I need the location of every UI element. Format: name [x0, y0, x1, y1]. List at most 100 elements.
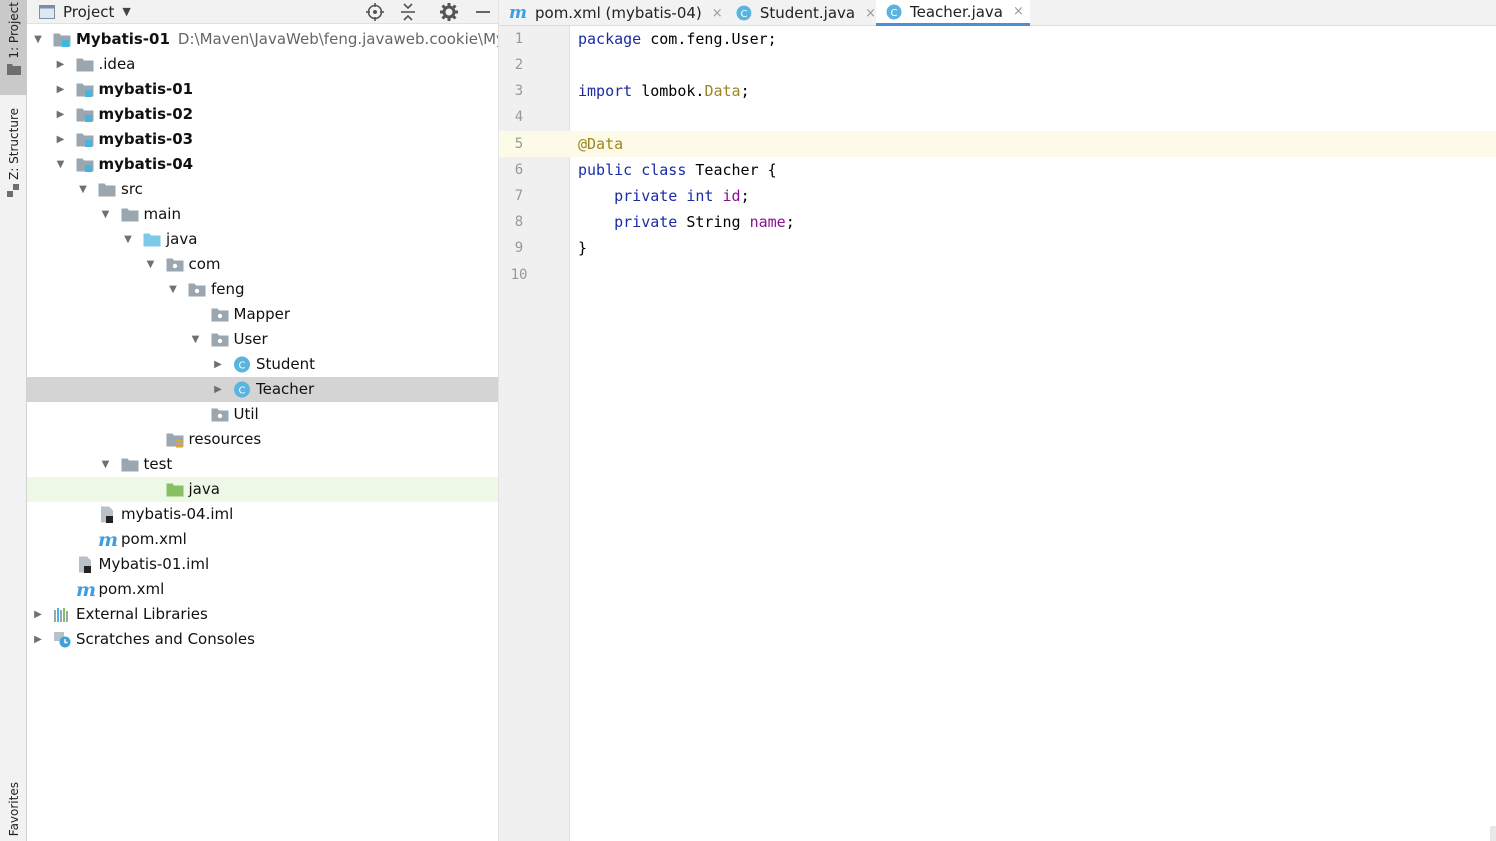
tree-row[interactable]: ▶ mybatis-02 — [27, 102, 498, 127]
expand-arrow-down-icon[interactable]: ▼ — [99, 202, 113, 227]
tree-item-label: Util — [234, 402, 259, 427]
collapse-all-button[interactable] — [398, 2, 418, 22]
tree-row[interactable]: Mybatis-01.iml — [27, 552, 498, 577]
code-text: ; — [740, 82, 750, 100]
expand-arrow-down-icon[interactable]: ▼ — [166, 277, 180, 302]
code-editor[interactable]: package com.feng.User; import lombok.Dat… — [570, 26, 1496, 841]
class-icon: C — [233, 381, 251, 398]
expand-arrow-down-icon[interactable]: ▼ — [144, 252, 158, 277]
expand-arrow-down-icon[interactable]: ▼ — [54, 152, 68, 177]
tree-row[interactable]: ▼ com — [27, 252, 498, 277]
expand-arrow-right-icon[interactable]: ▶ — [54, 127, 68, 152]
tree-item-label: Student — [256, 352, 315, 377]
expand-arrow-down-icon[interactable]: ▼ — [31, 27, 45, 52]
project-view-selector[interactable]: Project ▼ — [39, 3, 131, 21]
tree-item-path: D:\Maven\JavaWeb\feng.javaweb.cookie\Myb — [177, 30, 499, 48]
tab-label: Teacher.java — [910, 2, 1004, 21]
tree-item-text: User — [233, 330, 268, 348]
tree-row[interactable]: Util — [27, 402, 498, 427]
hide-panel-button[interactable] — [473, 2, 493, 22]
tree-row[interactable]: ▼ src — [27, 177, 498, 202]
tree-item-text: Util — [233, 405, 259, 423]
code-keyword: import — [578, 82, 633, 100]
tree-row[interactable]: ▼ User — [27, 327, 498, 352]
tree-row[interactable]: ▼ mybatis-04 — [27, 152, 498, 177]
tree-item-text: mybatis-01 — [98, 80, 194, 98]
tree-item-label: pom.xml — [99, 577, 165, 602]
tree-item-label: resources — [189, 427, 262, 452]
tree-item-text: java — [188, 480, 220, 498]
expand-arrow-down-icon[interactable]: ▼ — [121, 227, 135, 252]
tool-tab-structure[interactable]: Z: Structure — [0, 104, 27, 204]
tab-teacher-java[interactable]: C Teacher.java × — [876, 0, 1030, 26]
tree-item-text: Mapper — [233, 305, 291, 323]
tree-item-text: Mybatis-01 — [76, 30, 170, 48]
tree-item-text: External Libraries — [76, 605, 208, 623]
code-field: name — [749, 213, 786, 231]
tree-row[interactable]: ▶ Scratches and Consoles — [27, 627, 498, 652]
tree-row[interactable]: java — [27, 477, 498, 502]
tree-item-label: mybatis-04.iml — [121, 502, 233, 527]
project-icon — [39, 4, 55, 19]
tab-pom-xml[interactable]: m pom.xml (mybatis-04) × — [499, 0, 726, 26]
resources-folder-icon — [166, 431, 184, 448]
module-folder-icon — [76, 81, 94, 98]
expand-arrow-right-icon[interactable]: ▶ — [211, 352, 225, 377]
expand-arrow-right-icon[interactable]: ▶ — [54, 77, 68, 102]
tree-item-label: mybatis-02 — [99, 102, 194, 127]
module-folder-icon — [76, 106, 94, 123]
close-icon[interactable]: × — [1013, 4, 1024, 19]
tree-row[interactable]: ▼ feng — [27, 277, 498, 302]
tree-row[interactable]: resources — [27, 427, 498, 452]
tree-row[interactable]: ▼ test — [27, 452, 498, 477]
tree-item-label: Teacher — [256, 377, 314, 402]
close-icon[interactable]: × — [712, 6, 723, 21]
tree-item-text: Mybatis-01.iml — [98, 555, 210, 573]
svg-text:C: C — [740, 9, 747, 20]
expand-arrow-right-icon[interactable]: ▶ — [31, 602, 45, 627]
expand-arrow-down-icon[interactable]: ▼ — [189, 327, 203, 352]
tool-tab-favorites[interactable]: Favorites — [0, 782, 27, 841]
tree-row[interactable]: ▼ Mybatis-01 D:\Maven\JavaWeb\feng.javaweb… — [27, 27, 499, 52]
settings-button[interactable] — [439, 2, 459, 22]
project-panel-header: Project ▼ — [27, 0, 498, 24]
tree-row[interactable]: m pom.xml — [27, 527, 498, 552]
line-number: 10 — [510, 267, 528, 283]
tree-item-text: Scratches and Consoles — [76, 630, 255, 648]
tree-row[interactable]: ▶ .idea — [27, 52, 498, 77]
tree-row[interactable]: ▶ C Teacher — [27, 377, 498, 402]
expand-arrow-down-icon[interactable]: ▼ — [99, 452, 113, 477]
close-icon[interactable]: × — [865, 6, 876, 21]
expand-arrow-right-icon[interactable]: ▶ — [31, 627, 45, 652]
line-number: 2 — [514, 57, 524, 73]
tree-row[interactable]: ▶ External Libraries — [27, 602, 498, 627]
expand-arrow-right-icon[interactable]: ▶ — [211, 377, 225, 402]
code-text: Teacher { — [686, 161, 777, 179]
tree-row[interactable]: ▼ java — [27, 227, 498, 252]
line-number: 8 — [514, 214, 524, 230]
editor-scrollbar[interactable] — [1490, 826, 1496, 841]
tab-student-java[interactable]: C Student.java × — [726, 0, 876, 26]
tree-item-label: mybatis-04 — [99, 152, 194, 177]
tree-row[interactable]: ▼ main — [27, 202, 498, 227]
tree-row[interactable]: ▶ mybatis-01 — [27, 77, 498, 102]
locate-button[interactable] — [365, 2, 385, 22]
tool-tab-project[interactable]: 1: Project — [0, 0, 27, 95]
tree-row[interactable]: mybatis-04.iml — [27, 502, 498, 527]
package-icon — [211, 306, 229, 323]
tree-row[interactable]: Mapper — [27, 302, 498, 327]
tree-row[interactable]: m pom.xml — [27, 577, 498, 602]
maven-icon: m — [76, 579, 96, 601]
tree-item-label: src — [121, 177, 143, 202]
expand-arrow-right-icon[interactable]: ▶ — [54, 102, 68, 127]
tree-item-text: resources — [188, 430, 262, 448]
code-text: ; — [785, 213, 795, 231]
tree-row[interactable]: ▶ mybatis-03 — [27, 127, 498, 152]
expand-arrow-down-icon[interactable]: ▼ — [76, 177, 90, 202]
folder-icon — [121, 456, 139, 473]
tree-item-label: test — [144, 452, 173, 477]
expand-arrow-right-icon[interactable]: ▶ — [54, 52, 68, 77]
tree-row[interactable]: ▶ C Student — [27, 352, 498, 377]
